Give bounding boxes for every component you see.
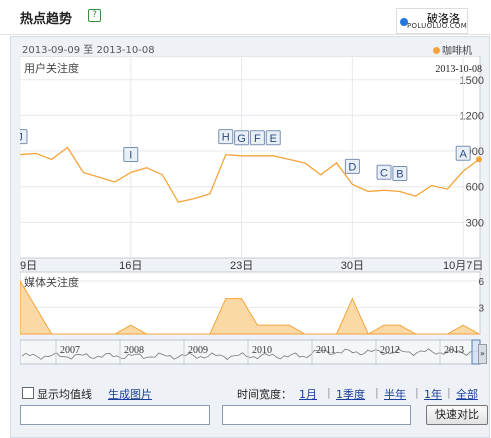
range-separator: | (447, 386, 451, 399)
navigator-year-label: 2011 (316, 345, 336, 356)
event-marker-label: E (270, 133, 277, 145)
user-chart-area (20, 56, 481, 259)
user-chart-current-date: 2013-10-08 (435, 64, 482, 75)
range-separator: | (327, 386, 331, 399)
navigator-area (20, 339, 481, 365)
event-marker-label: C (380, 167, 388, 179)
navigator-expand-handle[interactable]: » (478, 344, 487, 364)
legend-dot-icon (433, 47, 440, 54)
moving-average-checkbox[interactable] (22, 387, 34, 399)
range-all[interactable]: 全部 (456, 386, 478, 402)
time-width-label: 时间宽度： (237, 388, 292, 401)
navigator-year-label: 2009 (188, 345, 208, 356)
user-x-tick-label: 16日 (119, 260, 142, 272)
media-y-tick-label: 6 (478, 277, 484, 288)
range-separator: | (375, 386, 379, 399)
generate-image-link[interactable]: 生成图片 (108, 386, 152, 402)
user-x-tick-label: 23日 (230, 260, 253, 272)
event-marker-label: B (396, 168, 403, 180)
watermark-url: POLUOLUO.COM (407, 22, 468, 30)
navigator-year-label: 2008 (124, 345, 144, 356)
watermark-logo: 破洛洛 POLUOLUO.COM (396, 8, 468, 34)
quick-compare-button[interactable]: 快速对比 (426, 405, 488, 425)
range-1-month[interactable]: 1月 (299, 386, 317, 402)
user-y-tick-label: 600 (466, 182, 484, 194)
user-x-tick-label: 30日 (341, 260, 364, 272)
compare-keyword-input-2[interactable] (222, 405, 411, 425)
user-chart-label: 用户关注度 (24, 61, 79, 75)
range-half-year[interactable]: 半年 (384, 386, 406, 402)
moving-average-label: 显示均值线 (37, 388, 92, 401)
navigator-year-label: 2007 (60, 345, 80, 356)
user-y-tick-label: 300 (466, 217, 484, 229)
legend[interactable]: 咖啡机 (433, 42, 472, 57)
event-marker-label: I (129, 149, 132, 161)
event-marker-label: J (20, 132, 23, 144)
compare-keyword-input-1[interactable] (20, 405, 210, 425)
trend-chart[interactable]: 150012009006003009日 16日 23日 30日 10月7日用户关注度 20… (20, 56, 488, 431)
navigator-year-label: 2012 (380, 345, 400, 356)
date-range: 2013-09-09 至 2013-10-08 (22, 45, 155, 56)
event-marker-label: H (222, 132, 230, 144)
navigator-year-label: 2013 (444, 345, 464, 356)
page-title: 热点趋势 (20, 12, 73, 27)
help-icon[interactable]: ? (88, 9, 101, 22)
range-1-quarter[interactable]: 1季度 (336, 386, 365, 402)
range-1-year[interactable]: 1年 (424, 386, 442, 402)
event-marker-label: F (254, 133, 261, 145)
user-x-tick-label: 9日 (20, 260, 37, 272)
event-marker-label: D (348, 161, 356, 173)
range-separator: | (415, 386, 419, 399)
navigator-year-label: 2010 (252, 345, 272, 356)
media-chart-label: 媒体关注度 (24, 275, 79, 289)
user-x-tick-label: 10月7日 (443, 260, 483, 272)
event-marker-label: G (237, 133, 246, 145)
event-marker-label: A (460, 148, 468, 160)
controls-row: 显示均值线 生成图片 时间宽度： 1月 | 1季度 | 半年 | 1年 | 全部 (22, 386, 490, 402)
user-trend-current-point (476, 156, 482, 163)
media-y-tick-label: 3 (478, 303, 484, 314)
header-bar: 热点趋势 ? 破洛洛 POLUOLUO.COM (0, 0, 491, 35)
